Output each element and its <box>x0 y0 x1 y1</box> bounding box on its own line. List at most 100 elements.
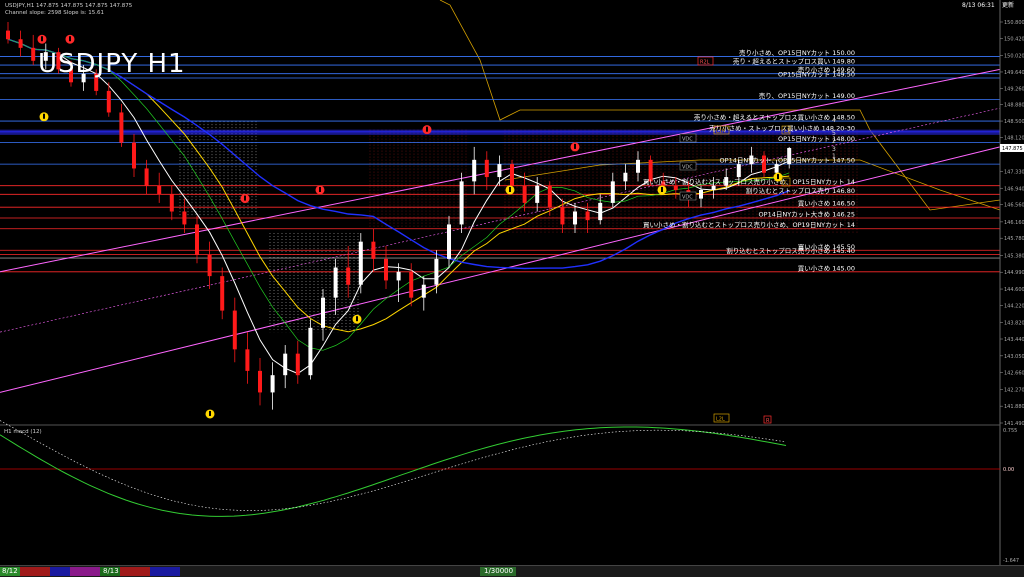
candle-body <box>560 207 565 225</box>
price-level-label: 買い小さめ・割り込むとストップロス売り小さめ、OP19日NYカット 14 <box>643 220 855 229</box>
r2l-tag: R2L <box>700 60 710 66</box>
candle-body <box>245 349 250 371</box>
macd-label: H1 macd (12) <box>4 429 42 435</box>
candle-body <box>535 185 540 203</box>
price-tick-label: 148.880 <box>1004 103 1024 109</box>
wave-3-tag: 3 <box>832 146 836 153</box>
price-tick-label: 143.050 <box>1004 354 1024 360</box>
sell-signal-marker-glyph <box>69 36 71 42</box>
buy-signal-marker-glyph <box>661 186 663 192</box>
r-tag: R <box>766 418 770 424</box>
price-level-label: 売り、OP15日NYカット 149.00 <box>759 91 855 100</box>
price-tick-label: 150.020 <box>1004 54 1024 60</box>
candle-body <box>447 224 451 259</box>
candle-body <box>711 185 716 190</box>
price-level-label: 買い小さめ 145.00 <box>798 263 855 272</box>
price-tick-label: 141.490 <box>1004 421 1024 427</box>
price-tick-label: 145.380 <box>1004 253 1024 259</box>
status-bar: 8/12 8/13 1/30000 <box>0 565 1024 577</box>
l1r-tag: L1R <box>716 129 726 135</box>
candle-body <box>295 353 300 376</box>
candle-body <box>384 258 388 281</box>
candle-body <box>308 327 313 376</box>
candle-body <box>346 267 351 285</box>
price-tick-label: 146.560 <box>1004 203 1024 209</box>
candle-body <box>207 254 212 277</box>
buy-signal-marker-glyph <box>509 186 511 192</box>
sell-signal-marker-glyph <box>41 36 43 42</box>
price-tick-label: 149.260 <box>1004 86 1024 92</box>
candle-body <box>157 185 162 195</box>
price-tick-label: 144.990 <box>1004 270 1024 276</box>
sell-signal-marker-glyph <box>319 186 321 192</box>
candle-body <box>195 224 199 255</box>
candle-body <box>258 370 262 393</box>
candle-body <box>598 202 603 221</box>
candle-body <box>18 39 23 48</box>
candle-body <box>434 258 439 285</box>
candle-body <box>774 164 779 173</box>
candle-body <box>699 189 703 199</box>
buy-signal-marker-glyph <box>43 113 45 119</box>
candle-body <box>472 159 477 182</box>
wave-2-tag: 2 <box>832 138 836 145</box>
candle-body <box>484 159 489 178</box>
price-tick-label: 144.600 <box>1004 287 1024 293</box>
status-right-label: 1/30000 <box>484 567 514 575</box>
current-price-label: 147.875 <box>1002 146 1023 152</box>
sell-signal-marker-glyph <box>574 143 576 149</box>
price-tick-label: 142.660 <box>1004 371 1024 377</box>
candle-body <box>232 310 237 350</box>
candle-body <box>409 271 414 298</box>
price-tick-label: 146.160 <box>1004 220 1024 226</box>
candle-body <box>106 90 111 113</box>
candle-body <box>321 297 325 328</box>
candle-body <box>585 211 590 221</box>
symbol-info-line: USDJPY,H1 147.875 147.875 147.875 147.87… <box>5 3 133 9</box>
candle-body <box>6 30 10 40</box>
price-tick-label: 144.220 <box>1004 303 1024 309</box>
buy-signal-marker-glyph <box>209 410 211 416</box>
price-level-label: 割り込むとストップロス売り小さめ 145.40 <box>726 246 855 255</box>
candle-body <box>31 47 36 61</box>
buy-signal-marker-glyph <box>356 316 358 322</box>
candle-body <box>736 164 741 178</box>
price-tick-label: 150.420 <box>1004 36 1024 42</box>
price-level-label: 買い小さめ 146.50 <box>798 199 855 208</box>
candle-body <box>283 353 288 376</box>
candle-body <box>636 159 640 173</box>
status-seg-red <box>20 567 50 576</box>
price-tick-label: 150.800 <box>1004 20 1024 26</box>
vdc-tag-3: VDC <box>682 195 693 201</box>
candle-body <box>522 185 527 203</box>
candle-body <box>497 164 502 178</box>
trading-chart[interactable]: 売り小さめ、OP15日NYカット 150.00売り・超えるとストップロス買い 1… <box>0 0 1024 576</box>
price-tick-label: 145.780 <box>1004 236 1024 242</box>
chart-background <box>0 0 1024 576</box>
candle-body <box>144 168 149 186</box>
wave-5-tag: 5 <box>832 130 836 137</box>
status-seg-blue-2 <box>150 567 180 576</box>
price-tick-label: 142.270 <box>1004 387 1024 393</box>
price-level-label: OP14日NYカット大きめ 146.25 <box>759 209 855 218</box>
price-level-label: 割り込むとストップロス売り 146.80 <box>746 186 855 195</box>
price-tick-label: 148.120 <box>1004 135 1024 141</box>
candle-body <box>610 181 615 203</box>
status-seg-red-2 <box>120 567 150 576</box>
candle-body <box>333 267 338 298</box>
price-level-label: 売り小さめ・超えるとストップロス買い小さめ 148.50 <box>694 113 855 122</box>
price-tick-label: 149.640 <box>1004 70 1024 76</box>
big-symbol-title: USDJPY H1 <box>38 49 186 79</box>
candle-body <box>371 241 376 259</box>
price-level-label: OP15日NYカット 148.00 <box>778 135 855 143</box>
price-tick-label: 143.820 <box>1004 321 1024 327</box>
candle-body <box>119 112 124 143</box>
price-level-label: 売り小さめ、OP15日NYカット 150.00 <box>739 48 855 57</box>
candle-body <box>182 211 187 225</box>
channel-info-line: Channel slope: 2598 Slope is: 15.61 <box>5 10 104 16</box>
status-seg-blue <box>50 567 70 576</box>
candle-body <box>169 194 174 212</box>
l1-tag: L1 <box>784 129 790 135</box>
macd-top-value: 0.755 <box>1003 428 1017 434</box>
candle-body <box>547 185 552 208</box>
